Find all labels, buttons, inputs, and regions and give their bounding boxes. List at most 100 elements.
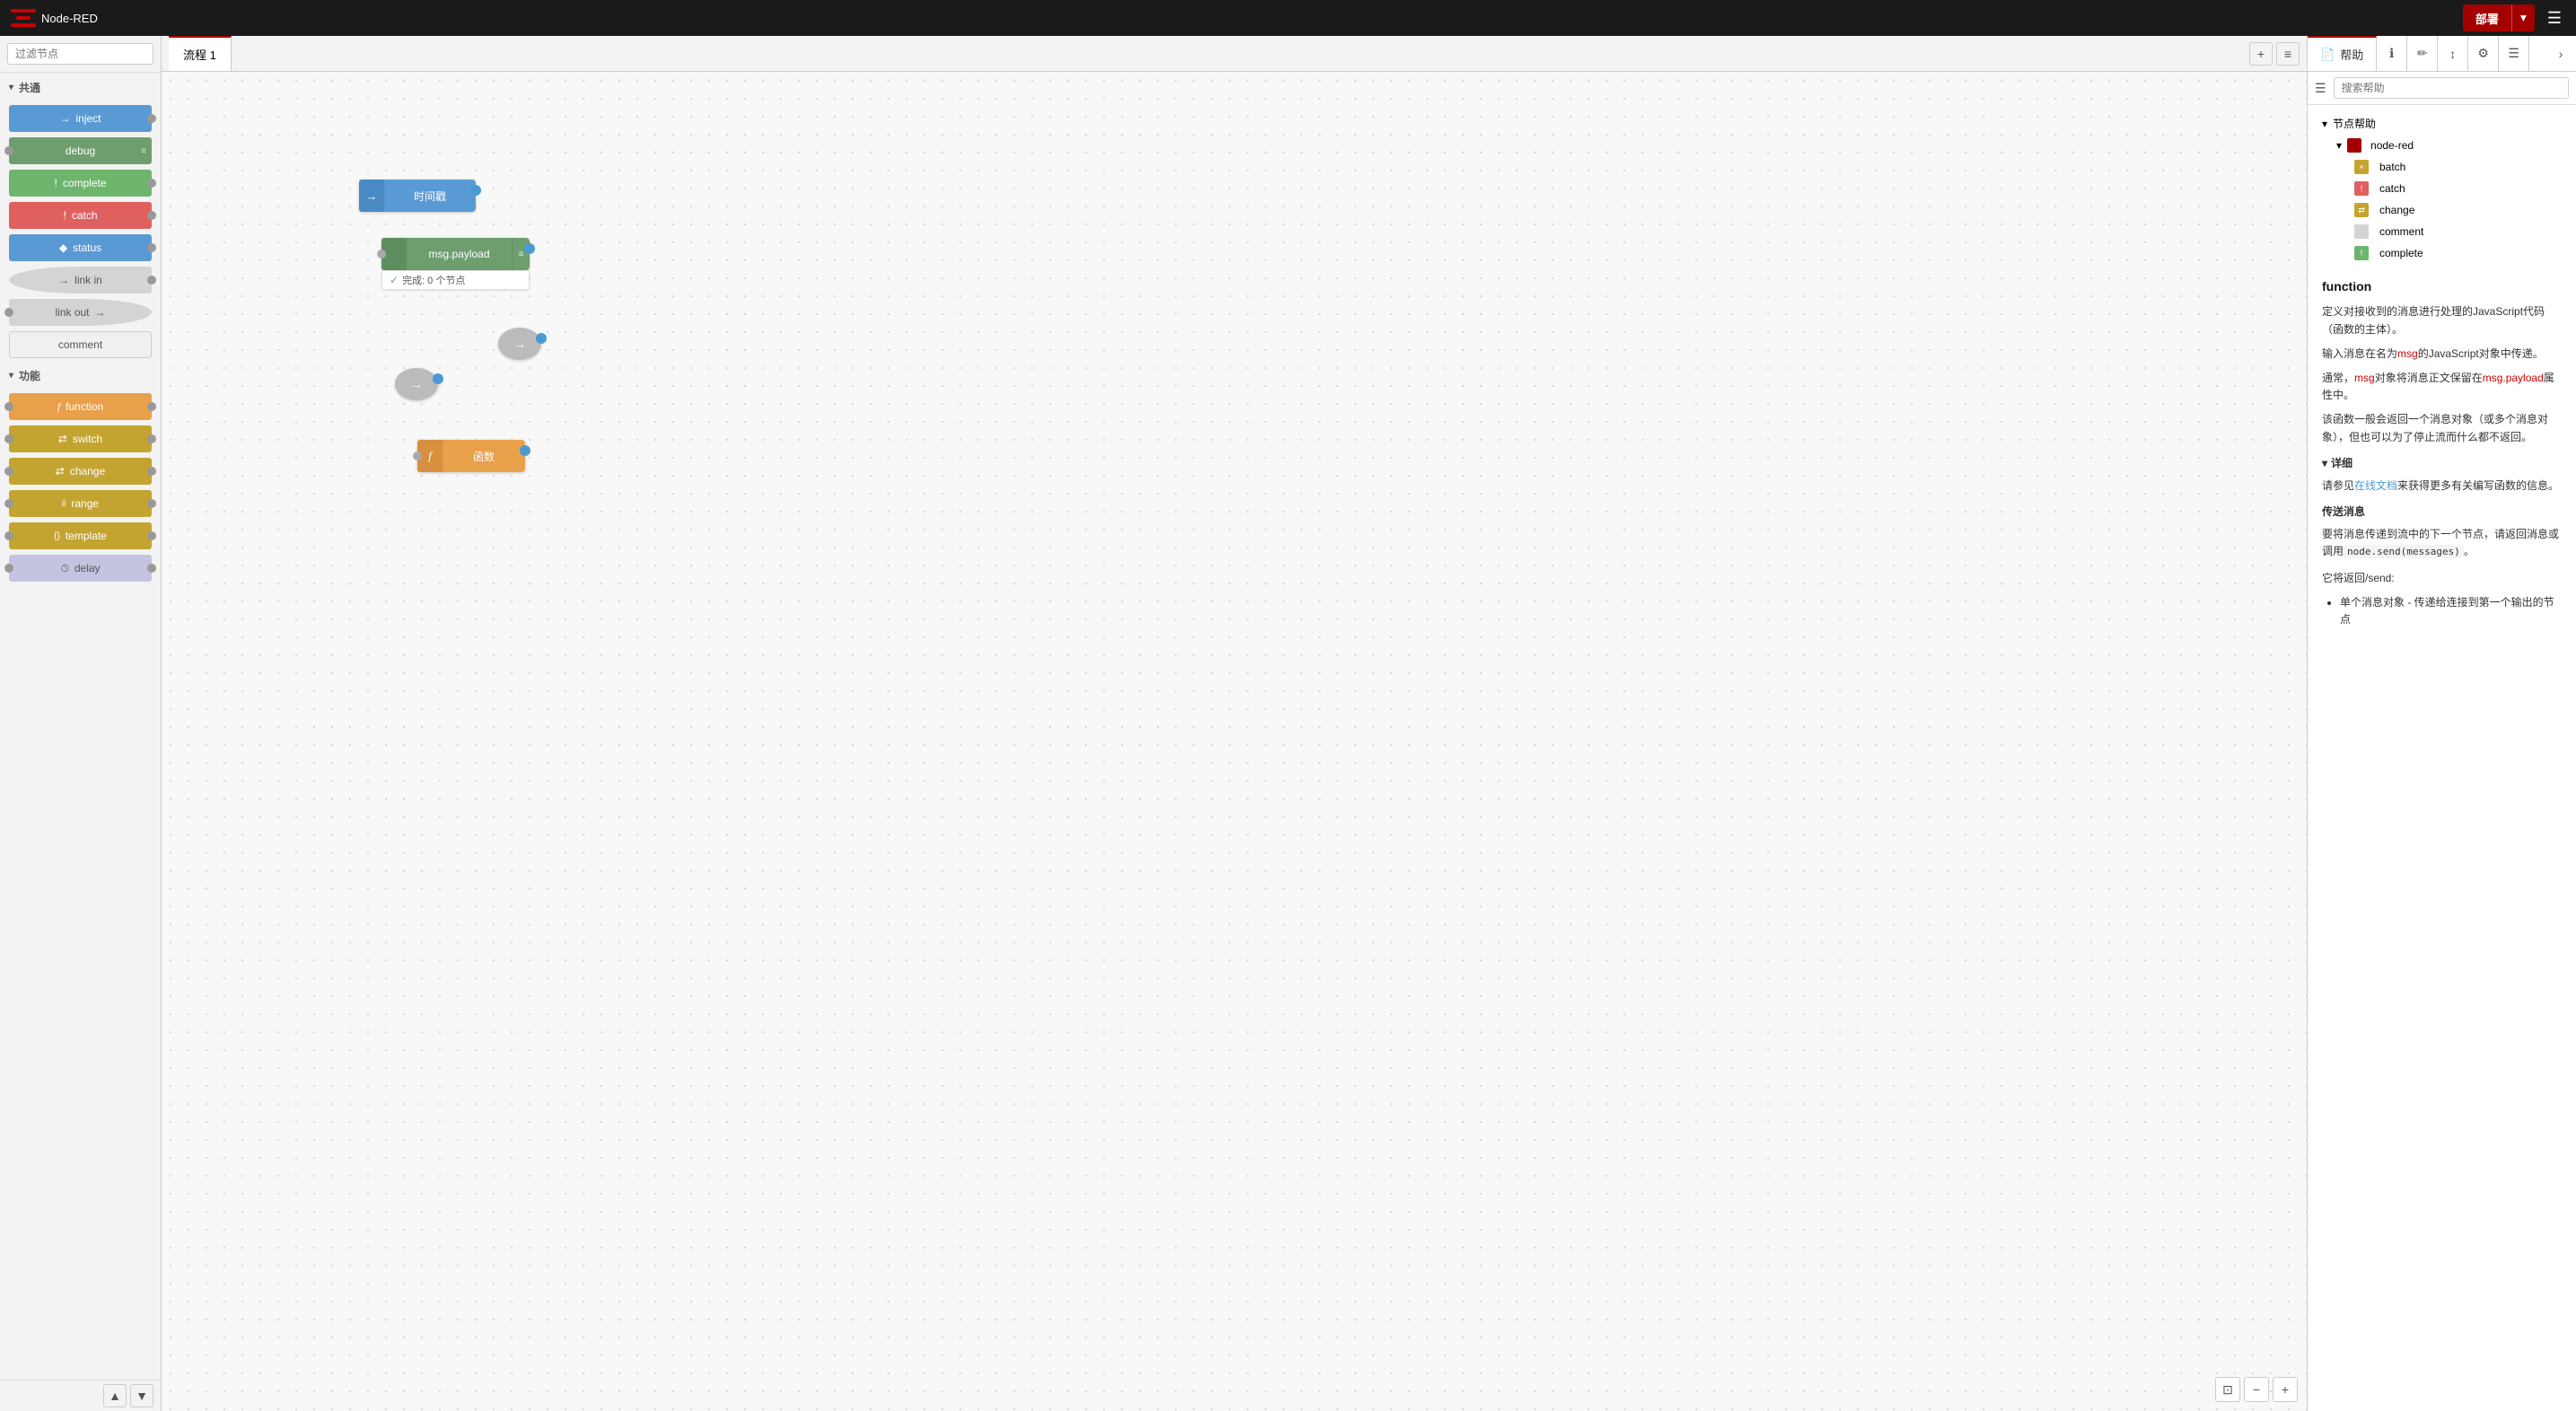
function-output-dot[interactable] [520,445,530,456]
node-switch[interactable]: ⇄ switch [9,425,152,452]
node-complete-label: complete [63,177,107,189]
flow-node-link2[interactable]: → [395,368,438,400]
help-tree-nodered[interactable]: ▾ node-red [2329,135,2569,156]
deploy-label: 部署 [2463,4,2511,31]
node-range[interactable]: ii range [9,490,152,517]
node-linkin[interactable]: → link in [9,267,152,294]
timestamp-label: 时间戳 [384,188,476,204]
help-tree-header[interactable]: ▾ 节点帮助 [2315,112,2569,135]
linkout-icon: → [95,306,106,319]
node-template-label: template [66,530,107,542]
para3-msg: msg [2354,372,2375,384]
range-input-port [4,499,13,508]
link2-icon: → [410,377,423,391]
para3-mid: 对象将消息正文保留在 [2375,372,2483,384]
list-tabs-button[interactable]: ≡ [2276,42,2300,66]
list-icon[interactable]: ☰ [2315,81,2326,96]
sidebar-scroll-down[interactable]: ▼ [130,1384,153,1407]
help-para3: 通常，msg对象将消息正文保留在msg.payload属性中。 [2322,370,2562,404]
status-check-icon: ✓ [390,274,399,286]
node-catch[interactable]: ! catch [9,202,152,229]
linkout-input-port [4,308,13,317]
hamburger-button[interactable]: ☰ [2544,5,2565,31]
panel-data-btn[interactable]: ☰ [2499,36,2529,71]
node-linkout[interactable]: link out → [9,299,152,326]
timestamp-output-dot[interactable] [470,185,481,196]
node-status[interactable]: ◆ status [9,234,152,261]
panel-tab-help[interactable]: 📄 帮助 [2308,36,2377,71]
flow-node-msgpayload[interactable]: msg.payload ≡ ✓ 完成: 0 个节点 [381,238,530,270]
node-inject-label: inject [75,112,101,125]
function-output-port [147,402,156,411]
panel-info-btn[interactable]: ℹ [2377,36,2407,71]
delay-icon: ⏱ [60,562,68,575]
search-input[interactable] [7,43,153,65]
tab-bar: 流程 1 + ≡ [162,36,2307,72]
help-tree-batch[interactable]: × batch [2347,156,2569,178]
delay-output-port [147,564,156,573]
add-tab-button[interactable]: + [2249,42,2273,66]
help-tree-catch[interactable]: ! catch [2347,178,2569,199]
main-layout: ▾ 共通 → inject debug ≡ ! complete [0,36,2576,1411]
canvas[interactable]: → 时间戳 msg.payload ≡ ✓ 完成: 0 个节点 → [162,72,2307,1411]
switch-icon: ⇄ [58,433,67,445]
help-content-title: function [2322,276,2562,296]
catch-tree-icon: ! [2354,181,2369,196]
node-function[interactable]: f function [9,393,152,420]
complete-icon: ! [54,177,57,189]
canvas-area: 流程 1 + ≡ → 时间戳 msg.payload ≡ [162,36,2307,1411]
link1-output-dot[interactable] [536,333,547,344]
help-tree-comment[interactable]: comment [2347,221,2569,242]
msgpayload-output-dot[interactable] [524,243,535,254]
tab-flow1[interactable]: 流程 1 [169,36,232,71]
right-panel: 📄 帮助 ℹ ✏ ↕ ⚙ ☰ › ☰ ▾ 节点帮助 ▾ [2307,36,2576,1411]
linkin-output-port [147,276,156,285]
flow-node-function[interactable]: f 函数 [417,440,525,472]
comment-label: comment [2379,225,2423,238]
zoom-out-button[interactable]: − [2244,1377,2269,1402]
detail-link[interactable]: 在线文档 [2354,479,2397,492]
help-icon: 📄 [2320,48,2335,62]
help-detail-section: ▾ 详细 请参见在线文档来获得更多有关编写函数的信息。 [2322,455,2562,495]
category-common[interactable]: ▾ 共通 [0,73,161,102]
flow-node-link1[interactable]: → [498,328,541,360]
panel-align-btn[interactable]: ↕ [2438,36,2468,71]
node-delay-label: delay [74,562,101,574]
chevron-detail: ▾ [2322,455,2327,472]
node-template[interactable]: {} template [9,522,152,549]
nodered-group-label: node-red [2370,139,2414,152]
node-complete[interactable]: ! complete [9,170,152,197]
node-catch-label: catch [72,209,98,222]
help-search-input[interactable] [2334,77,2569,99]
node-delay[interactable]: ⏱ delay [9,555,152,582]
deploy-dropdown-icon[interactable]: ▾ [2511,4,2535,31]
para2-prefix: 输入消息在名为 [2322,347,2397,360]
flow-node-timestamp[interactable]: → 时间戳 [359,180,476,212]
range-output-port [147,499,156,508]
return-list: 单个消息对象 - 传递给连接到第一个输出的节点 [2322,594,2562,628]
node-change[interactable]: ⇄ change [9,458,152,485]
change-tree-icon: ⇄ [2354,203,2369,217]
send-header: 传送消息 [2322,504,2562,521]
sidebar-scroll-up[interactable]: ▲ [103,1384,127,1407]
nodered-chevron: ▾ [2336,139,2342,152]
help-tree-complete[interactable]: ! complete [2347,242,2569,264]
zoom-in-button[interactable]: + [2273,1377,2298,1402]
change-input-port [4,467,13,476]
help-tree-change[interactable]: ⇄ change [2347,199,2569,221]
zoom-fit-button[interactable]: ⊡ [2215,1377,2240,1402]
detail-suffix: 来获得更多有关编写函数的信息。 [2397,479,2559,492]
category-function[interactable]: ▾ 功能 [0,361,161,390]
node-inject[interactable]: → inject [9,105,152,132]
panel-settings-btn[interactable]: ⚙ [2468,36,2499,71]
deploy-button[interactable]: 部署 ▾ [2463,4,2535,31]
node-debug[interactable]: debug ≡ [9,137,152,164]
link2-output-dot[interactable] [433,373,443,384]
inject-icon: → [59,112,70,125]
sidebar: ▾ 共通 → inject debug ≡ ! complete [0,36,162,1411]
comment-tree-icon [2354,224,2369,239]
panel-collapse-btn[interactable]: › [2545,36,2576,71]
panel-edit-btn[interactable]: ✏ [2407,36,2438,71]
node-range-label: range [71,497,99,510]
node-comment[interactable]: comment [9,331,152,358]
